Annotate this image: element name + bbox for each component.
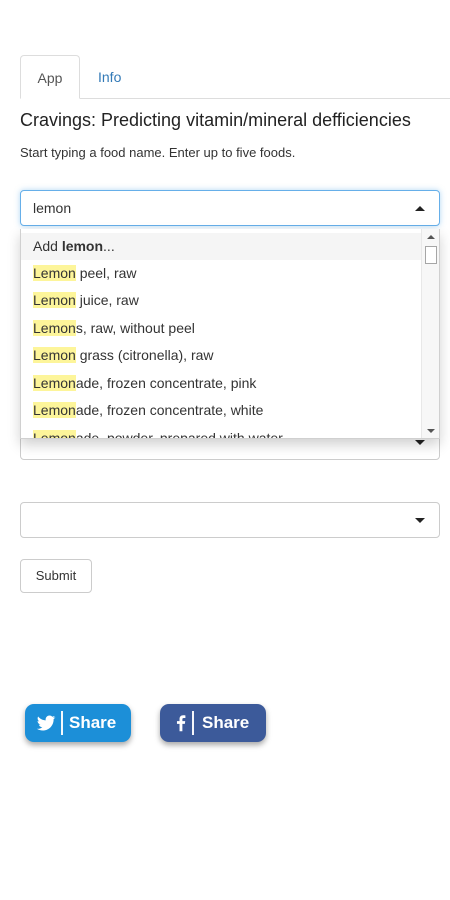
scroll-up-arrow-icon[interactable]	[427, 235, 435, 239]
twitter-share-label: Share	[69, 713, 117, 732]
add-option-suffix: ...	[103, 238, 115, 254]
submit-button[interactable]: Submit	[20, 559, 92, 593]
facebook-f-icon	[176, 715, 186, 732]
add-option-term: lemon	[61, 238, 104, 254]
option-rest: ade, frozen concentrate, white	[75, 402, 264, 418]
option-rest: ade, powder, prepared with water	[75, 430, 283, 439]
caret-down-icon[interactable]	[415, 440, 425, 445]
add-option-prefix: Add	[33, 238, 62, 254]
option-match: Lemon	[33, 347, 76, 363]
option-rest: s, raw, without peel	[75, 320, 195, 336]
dropdown-option[interactable]: Lemon grass (citronella), raw	[21, 342, 421, 369]
option-rest: ade, frozen concentrate, pink	[75, 375, 257, 391]
option-rest: grass (citronella), raw	[75, 347, 214, 363]
tab-info[interactable]: Info	[82, 55, 137, 99]
dropdown-option[interactable]: Lemon juice, raw	[21, 287, 421, 314]
facebook-share-label: Share	[202, 713, 250, 732]
scroll-down-arrow-icon[interactable]	[427, 429, 435, 433]
option-match: Lemon	[33, 292, 76, 308]
dropdown-option[interactable]: Lemonade, frozen concentrate, pink	[21, 370, 421, 397]
share-separator	[192, 711, 194, 735]
share-separator	[61, 711, 63, 735]
scrollbar-thumb[interactable]	[425, 246, 437, 264]
caret-up-icon[interactable]	[415, 206, 425, 211]
caret-down-icon[interactable]	[415, 518, 425, 523]
option-match: Lemon	[33, 375, 76, 391]
option-match: Lemon	[33, 320, 76, 336]
dropdown-scrollbar[interactable]	[421, 229, 439, 438]
dropdown-option[interactable]: Lemons, raw, without peel	[21, 315, 421, 342]
autocomplete-dropdown: Add lemon... Lemon peel, raw Lemon juice…	[20, 229, 440, 439]
add-option[interactable]: Add lemon...	[21, 233, 421, 260]
page-subtitle: Start typing a food name. Enter up to fi…	[20, 145, 296, 160]
option-match: Lemon	[33, 430, 76, 438]
option-match: Lemon	[33, 402, 76, 418]
dropdown-option[interactable]: Lemon peel, raw	[21, 260, 421, 287]
food-select-1[interactable]: lemon	[20, 190, 440, 226]
option-rest: peel, raw	[75, 265, 137, 281]
option-match: Lemon	[33, 265, 76, 281]
facebook-share-button[interactable]: Share	[160, 704, 266, 742]
food-select-3[interactable]	[20, 502, 440, 538]
page-title: Cravings: Predicting vitamin/mineral def…	[20, 110, 411, 130]
twitter-bird-icon	[36, 715, 56, 731]
option-rest: juice, raw	[75, 292, 139, 308]
tab-app[interactable]: App	[20, 55, 80, 99]
dropdown-option[interactable]: Lemonade, frozen concentrate, white	[21, 397, 421, 424]
tab-bar: App Info	[20, 55, 450, 99]
dropdown-option[interactable]: Lemonade, powder, prepared with water	[21, 425, 421, 439]
twitter-share-button[interactable]: Share	[25, 704, 131, 742]
food-select-1-value[interactable]: lemon	[33, 191, 71, 225]
